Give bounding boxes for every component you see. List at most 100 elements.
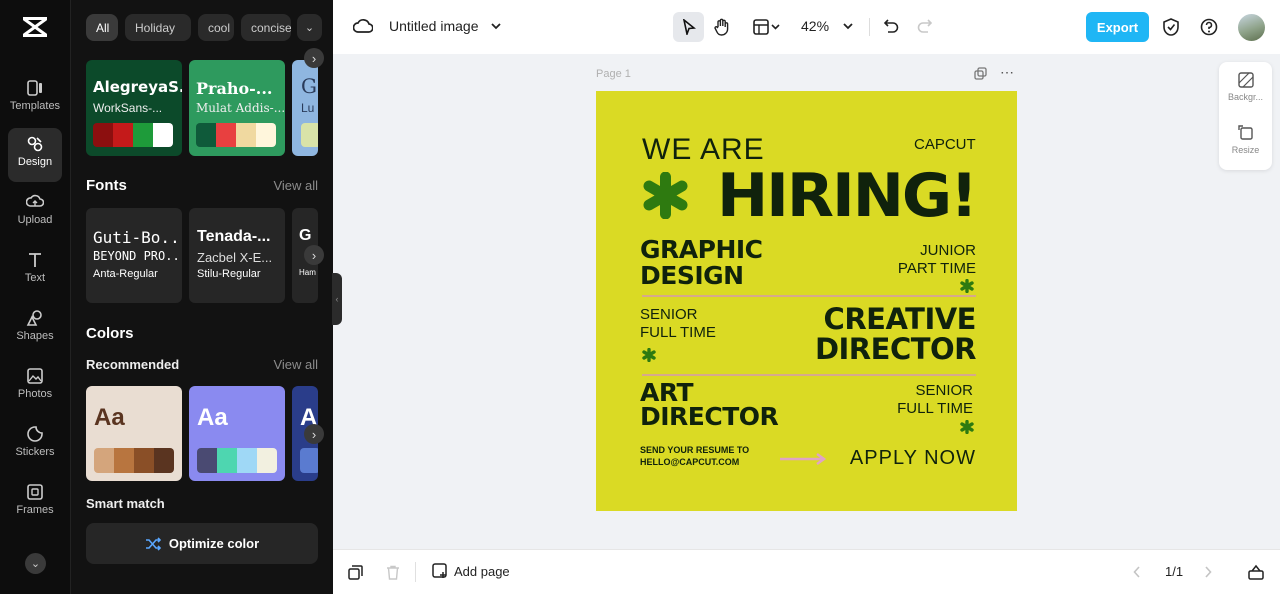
- poster-full-time-1: FULL TIME: [640, 324, 716, 341]
- page-more-options-icon[interactable]: ⋯: [1000, 64, 1015, 81]
- arrow-right-icon: [780, 453, 827, 465]
- chevron-right-icon: ›: [311, 247, 317, 263]
- palette-aa: Aa: [94, 404, 125, 431]
- rail-label: Frames: [16, 504, 54, 516]
- colors-view-all-link[interactable]: View all: [273, 357, 318, 372]
- poster-junior: JUNIOR: [920, 242, 976, 259]
- design-icon: [27, 136, 43, 152]
- zoom-chevron-down-icon[interactable]: [842, 21, 854, 31]
- optimize-color-button[interactable]: Optimize color: [86, 523, 318, 564]
- palette-swatch: [197, 448, 277, 473]
- stickers-icon: [27, 426, 43, 442]
- poster-director-2: DIRECTOR: [640, 402, 779, 431]
- avatar[interactable]: [1238, 14, 1265, 41]
- redo-icon[interactable]: [917, 18, 933, 34]
- help-icon[interactable]: [1200, 18, 1218, 36]
- fonts-view-all-link[interactable]: View all: [273, 178, 318, 193]
- bottom-divider: [415, 562, 416, 582]
- zoom-level[interactable]: 42%: [801, 18, 829, 34]
- combo-title: G: [301, 74, 317, 98]
- small-asterisk-icon: [642, 348, 656, 362]
- small-asterisk-icon: [960, 420, 974, 434]
- layout-button[interactable]: [749, 12, 785, 42]
- combo-swatch: [196, 123, 276, 147]
- select-tool-button[interactable]: [673, 12, 704, 42]
- asterisk-icon: [643, 172, 688, 219]
- rail-upload[interactable]: Upload: [8, 186, 62, 240]
- combos-next-button[interactable]: ›: [304, 48, 324, 68]
- chip-holiday[interactable]: Holiday: [125, 14, 191, 41]
- font-card[interactable]: Guti-Bo... BEYOND PRO... Anta-Regular: [86, 208, 182, 303]
- collapse-panel-handle[interactable]: ‹: [332, 273, 342, 325]
- hand-tool-button[interactable]: [711, 12, 733, 42]
- fonts-next-button[interactable]: ›: [304, 245, 324, 265]
- resize-tool[interactable]: Resize: [1219, 125, 1272, 155]
- palette-aa: Aa: [197, 404, 228, 431]
- layout-icon: [753, 19, 780, 35]
- rail-stickers[interactable]: Stickers: [8, 418, 62, 472]
- font-line3: Stilu-Regular: [197, 268, 261, 280]
- document-title[interactable]: Untitled image: [389, 18, 479, 34]
- recommended-label: Recommended: [86, 357, 180, 372]
- rail-label: Stickers: [15, 446, 55, 458]
- add-page-label: Add page: [454, 563, 510, 579]
- side-tool-label: Resize: [1231, 145, 1260, 155]
- chevron-down-icon: ⌄: [304, 22, 315, 34]
- chip-cool[interactable]: cool: [198, 14, 234, 41]
- rail-design[interactable]: Design: [8, 128, 62, 182]
- undo-icon[interactable]: [883, 18, 899, 34]
- font-card[interactable]: Tenada-... Zacbel X-E... Stilu-Regular: [189, 208, 285, 303]
- poster-graphic: GRAPHIC: [640, 235, 763, 264]
- background-tool[interactable]: Backgr...: [1219, 72, 1272, 102]
- rail-text[interactable]: Text: [8, 244, 62, 298]
- duplicate-page-icon[interactable]: [974, 67, 987, 80]
- upload-icon: [26, 194, 44, 207]
- font-combo-card[interactable]: G Lu: [292, 60, 318, 156]
- font-combo-card[interactable]: Praho-... Mulat Addis-...: [189, 60, 285, 156]
- poster-brand: CAPCUT: [914, 136, 976, 153]
- font-line2: Zacbel X-E...: [197, 250, 273, 265]
- chip-concise[interactable]: concise: [241, 14, 291, 41]
- frames-icon: [27, 484, 43, 500]
- pages-panel-icon[interactable]: [1248, 564, 1264, 580]
- font-combo-card[interactable]: AlegreyaS... WorkSans-...: [86, 60, 182, 156]
- poster-apply-now: APPLY NOW: [849, 447, 976, 469]
- copy-icon[interactable]: [348, 565, 363, 580]
- rail-label: Upload: [17, 214, 53, 226]
- toolbar-divider: [869, 18, 870, 36]
- combo-swatch: [301, 123, 318, 147]
- page-counter: 1/1: [1165, 564, 1184, 579]
- trash-icon[interactable]: [386, 565, 400, 580]
- rail-more-button[interactable]: ⌄: [25, 553, 46, 574]
- photos-icon: [27, 368, 43, 384]
- font-line3: Ham: [299, 268, 316, 277]
- chevron-down-icon[interactable]: [490, 21, 502, 31]
- poster-send-line-1: SEND YOUR RESUME TO: [640, 445, 750, 455]
- capcut-logo-icon: [23, 17, 47, 37]
- rail-label: Photos: [17, 388, 53, 400]
- rail-frames[interactable]: Frames: [8, 476, 62, 530]
- export-button[interactable]: Export: [1086, 12, 1149, 42]
- add-page-icon: [432, 563, 447, 578]
- next-page-icon[interactable]: [1204, 566, 1212, 578]
- palette-swatch: [300, 448, 318, 473]
- rail-label: Design: [17, 156, 53, 168]
- add-page-button[interactable]: Add page: [432, 563, 510, 579]
- pointer-icon: [682, 19, 696, 35]
- rail-templates[interactable]: Templates: [8, 72, 62, 126]
- rail-photos[interactable]: Photos: [8, 360, 62, 414]
- prev-page-icon[interactable]: [1133, 566, 1141, 578]
- chevron-down-icon: ⌄: [30, 558, 41, 570]
- rail-shapes[interactable]: Shapes: [8, 302, 62, 356]
- shield-icon[interactable]: [1163, 18, 1179, 36]
- palette-swatch: [94, 448, 174, 473]
- chips-expand-button[interactable]: ⌄: [297, 14, 322, 41]
- palette-card[interactable]: Aa: [189, 386, 285, 481]
- combo-title: Praho-...: [196, 79, 273, 98]
- palette-card[interactable]: Aa: [86, 386, 182, 481]
- chip-all[interactable]: All: [86, 14, 118, 41]
- colors-next-button[interactable]: ›: [304, 424, 324, 444]
- poster-full-time-2: FULL TIME: [897, 400, 973, 417]
- poster-canvas[interactable]: WE ARE CAPCUT HIRING! GRAPHIC DESIGN JUN…: [596, 91, 1017, 511]
- cloud-icon[interactable]: [353, 17, 373, 35]
